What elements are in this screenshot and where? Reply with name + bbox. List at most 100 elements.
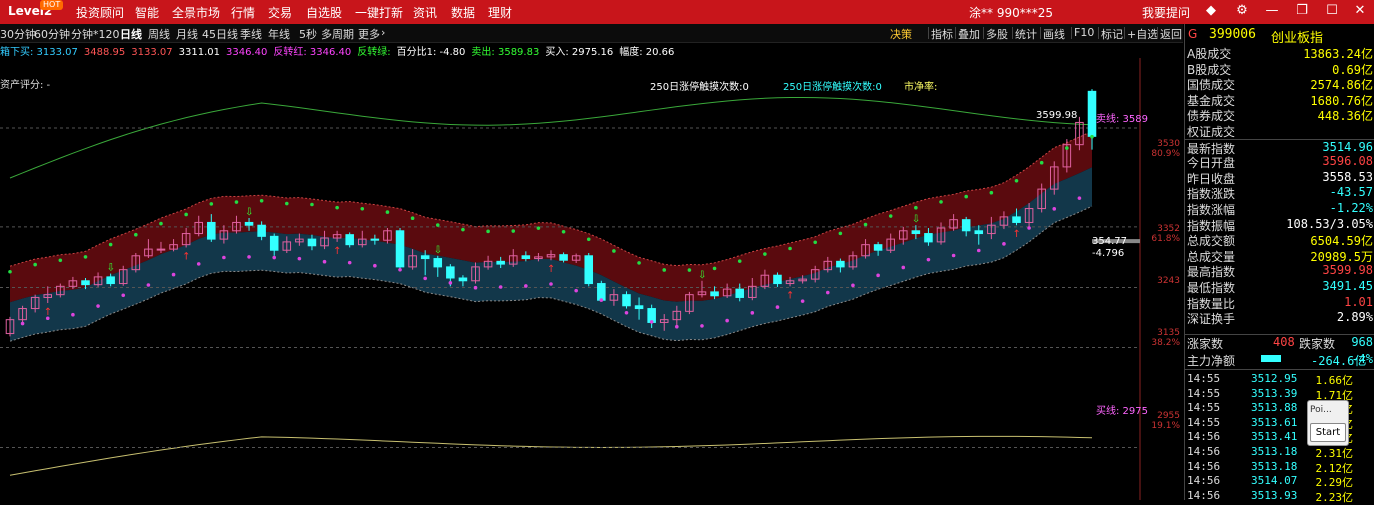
buy-arrow-icon: ↑: [547, 264, 555, 275]
tick-time: 14:55: [1187, 415, 1221, 429]
more-chevron-icon[interactable]: ›: [381, 26, 385, 39]
period-tab[interactable]: 45日线: [202, 26, 238, 42]
netflow-bar: [1261, 355, 1281, 362]
up-count-label: 涨家数: [1187, 337, 1224, 351]
tool-button[interactable]: 决策: [890, 26, 912, 42]
period-tab[interactable]: 30分钟: [0, 26, 36, 42]
stop-dot-green: [788, 246, 792, 251]
quote-value: 3514.96: [1322, 139, 1373, 154]
start-button[interactable]: Start: [1310, 423, 1346, 442]
cube-icon[interactable]: ◆: [1203, 3, 1219, 19]
period-tab[interactable]: 多周期: [321, 26, 354, 42]
stop-dot-green: [259, 198, 264, 203]
sell-line: [9, 96, 1093, 179]
menu-item[interactable]: 一键打新: [355, 4, 403, 21]
toolbar-separator: [983, 27, 984, 39]
period-tab[interactable]: 分钟*120: [71, 26, 120, 42]
stop-dot-green: [410, 216, 415, 221]
stop-dot-magenta: [775, 305, 780, 309]
quote-row: 指数涨幅 -1.22%: [1185, 201, 1374, 217]
period-tab[interactable]: 季线: [240, 26, 262, 42]
toolbar-separator: [1124, 27, 1125, 39]
kline-chart[interactable]: ↑ ⇩ ↑ ⇩ ↑ ⇩ ↑ ⇩ ↑ ⇩ ↑: [0, 58, 1183, 500]
tool-button[interactable]: 多股: [986, 26, 1008, 42]
period-tab[interactable]: 周线: [148, 26, 170, 42]
period-tab[interactable]: 月线: [176, 26, 198, 42]
quote-label: B股成交: [1187, 62, 1232, 77]
user-account[interactable]: 涂** 990***25: [969, 4, 1053, 21]
menu-item[interactable]: 投资顾问: [76, 4, 124, 21]
tool-button[interactable]: 画线: [1043, 26, 1065, 42]
menu-item[interactable]: 行情: [231, 4, 255, 21]
toolbar-separator: [928, 27, 929, 39]
tick-time: 14:56: [1187, 430, 1221, 444]
period-tab[interactable]: 更多: [358, 26, 380, 42]
sell-arrow-icon: ⇩: [107, 263, 115, 274]
candle-body: [307, 238, 317, 247]
tool-button[interactable]: 指标: [931, 26, 953, 42]
period-tab[interactable]: 日线: [120, 26, 142, 42]
toolbar-separator: [1098, 27, 1099, 39]
period-tab[interactable]: 年线: [268, 26, 290, 42]
menu-item[interactable]: 数据: [451, 4, 475, 21]
down-count-value: 968: [1351, 335, 1373, 349]
tick-vol: 2.29亿: [1315, 476, 1354, 490]
legend-item: 反转红: 3346.40: [273, 47, 352, 58]
tick-vol: 2.31亿: [1315, 447, 1354, 460]
restore-icon[interactable]: ❐: [1294, 3, 1310, 19]
current-value-label: 354.77: [1092, 236, 1127, 247]
quote-row: 总成交量 20989.5万: [1185, 248, 1374, 264]
period-tab[interactable]: 60分钟: [34, 26, 70, 42]
sell-arrow-icon: ⇩: [912, 214, 920, 225]
stop-dot-magenta: [800, 299, 805, 303]
quote-row: 债券成交 448.36亿: [1185, 107, 1374, 123]
stop-dot-green: [939, 200, 943, 204]
menu-item[interactable]: 理财: [488, 4, 512, 21]
candle-body: [345, 234, 354, 246]
menu-item[interactable]: 全景市场: [172, 4, 220, 21]
stop-dot-magenta: [926, 257, 931, 262]
tool-button[interactable]: 统计: [1015, 26, 1037, 42]
stop-dot-magenta: [146, 283, 151, 287]
buy-line: [9, 435, 1093, 476]
quote-row: A股成交 13863.24亿: [1185, 45, 1374, 61]
stop-dot-green: [209, 202, 214, 206]
sell-arrow-icon: ⇩: [698, 270, 706, 281]
menu-item[interactable]: 交易: [268, 4, 292, 21]
stop-dot-magenta: [549, 282, 553, 286]
stop-dot-magenta: [20, 321, 25, 326]
fib-pct-label: 19.1%: [1151, 421, 1180, 431]
tool-button[interactable]: 标记: [1101, 26, 1123, 42]
close-icon[interactable]: ✕: [1352, 3, 1368, 19]
tick-time: 14:56: [1187, 445, 1221, 458]
price-axis-label: 3530: [1157, 139, 1180, 149]
candle-body: [634, 305, 644, 310]
legend-item: 3346.40: [225, 47, 268, 58]
help-link[interactable]: 我要提问: [1142, 4, 1190, 21]
tool-button[interactable]: 叠加: [958, 26, 980, 42]
tool-button[interactable]: F10: [1074, 26, 1094, 39]
stop-dot-magenta: [1027, 226, 1031, 230]
stop-dot-magenta: [473, 285, 478, 290]
minimize-icon[interactable]: —: [1264, 3, 1280, 19]
stop-dot-green: [1065, 146, 1069, 150]
menu-item[interactable]: 智能: [135, 4, 159, 21]
stop-dot-green: [159, 221, 163, 226]
period-tab[interactable]: 5秒: [299, 26, 317, 42]
stop-dot-green: [863, 222, 868, 227]
maximize-icon[interactable]: ☐: [1324, 3, 1340, 19]
menu-item[interactable]: 自选股: [306, 4, 342, 21]
quote-label: 总成交额: [1187, 234, 1236, 249]
tool-button[interactable]: +自选: [1127, 26, 1158, 42]
gear-icon[interactable]: ⚙: [1234, 3, 1250, 19]
stop-dot-magenta: [171, 272, 176, 277]
quote-value: -43.57: [1329, 185, 1373, 200]
tool-button[interactable]: 返回: [1160, 26, 1182, 42]
buy-arrow-icon: ↑: [786, 290, 794, 301]
menu-item[interactable]: 资讯: [413, 4, 437, 21]
stop-dot-green: [234, 200, 239, 204]
stop-dot-green: [486, 229, 490, 234]
tick-time: 14:55: [1187, 386, 1221, 400]
tick-price: 3513.61: [1251, 415, 1298, 429]
stop-dot-magenta: [96, 304, 100, 308]
